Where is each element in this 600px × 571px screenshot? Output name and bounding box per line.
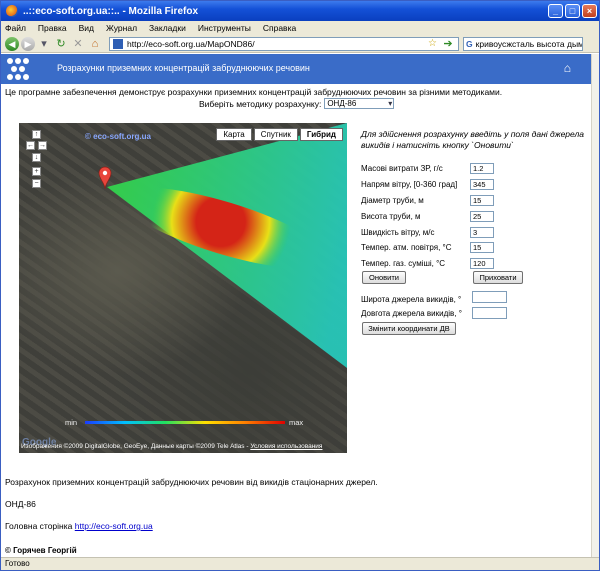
- stop-icon[interactable]: ✕: [71, 37, 85, 51]
- pan-right-icon[interactable]: →: [38, 141, 47, 150]
- wind-direction-input[interactable]: 345: [470, 179, 494, 190]
- zoom-in-icon[interactable]: +: [32, 167, 41, 176]
- url-text: http://eco-soft.org.ua/MapOND86/: [127, 38, 255, 49]
- forward-icon[interactable]: ▶: [21, 36, 35, 51]
- search-input[interactable]: G кривоусжсталь высота дым: [463, 36, 583, 51]
- close-button[interactable]: ×: [582, 4, 597, 18]
- map-type-satellite[interactable]: Спутник: [253, 128, 298, 141]
- title-bar: ..::eco-soft.org.ua::.. - Mozilla Firefo…: [1, 1, 599, 21]
- dropdown-icon[interactable]: ▾: [37, 37, 51, 51]
- map-view[interactable]: © eco-soft.org.ua ↑ ← → ↓ + − Карта Спут…: [19, 123, 347, 453]
- banner-title: Розрахунки приземних концентрацій забруд…: [57, 63, 310, 73]
- field-label-gas-temp: Темпер. газ. суміші, °С: [361, 259, 446, 268]
- menu-bookmarks[interactable]: Закладки: [149, 23, 186, 33]
- method-select[interactable]: ОНД-86: [324, 98, 395, 109]
- field-label-pipe-diameter: Діаметр труби, м: [361, 196, 424, 205]
- footer-description: Розрахунок приземних концентрацій забруд…: [5, 477, 378, 487]
- go-arrow-icon[interactable]: ➔: [441, 37, 455, 51]
- change-coords-button[interactable]: Змінити координати ДВ: [362, 322, 456, 335]
- menu-tools[interactable]: Инструменты: [198, 23, 251, 33]
- menu-edit[interactable]: Правка: [38, 23, 67, 33]
- firefox-logo-icon: [6, 5, 18, 17]
- longitude-input[interactable]: [472, 307, 507, 319]
- form-instructions: Для здійснення розрахунку введіть у поля…: [361, 129, 584, 150]
- footer-home: Головна сторінка http://eco-soft.org.ua: [5, 521, 153, 531]
- gas-temp-input[interactable]: 120: [470, 258, 494, 269]
- legend-min-label: min: [65, 418, 78, 427]
- menu-history[interactable]: Журнал: [106, 23, 137, 33]
- search-engine-icon[interactable]: G: [466, 39, 473, 49]
- footer-method: ОНД-86: [5, 499, 36, 509]
- page-scrollbar[interactable]: [591, 54, 599, 557]
- menu-help[interactable]: Справка: [263, 23, 296, 33]
- menu-file[interactable]: Файл: [5, 23, 26, 33]
- map-watermark: © eco-soft.org.ua: [85, 132, 151, 141]
- bookmark-star-icon[interactable]: ☆: [428, 38, 437, 49]
- longitude-label: Довгота джерела викидів, °: [361, 309, 462, 318]
- air-temp-input[interactable]: 15: [470, 242, 494, 253]
- home-icon[interactable]: ⌂: [88, 37, 102, 51]
- emission-input[interactable]: 1.2: [470, 163, 494, 174]
- map-type-hybrid[interactable]: Гибрид: [299, 128, 343, 141]
- home-page-link[interactable]: http://eco-soft.org.ua: [75, 521, 153, 531]
- intro-text: Це програмне забезпечення демонструє роз…: [5, 87, 503, 97]
- maximize-button[interactable]: □: [565, 4, 580, 18]
- minimize-button[interactable]: _: [548, 4, 563, 18]
- latitude-label: Широта джерела викидів, °: [361, 295, 462, 304]
- latitude-input[interactable]: [472, 291, 507, 303]
- url-bar[interactable]: http://eco-soft.org.ua/MapOND86/ ☆ ➔: [109, 36, 459, 51]
- field-label-wind-speed: Швидкість вітру, м/с: [361, 228, 435, 237]
- update-button[interactable]: Оновити: [362, 271, 406, 284]
- nav-toolbar: ◀ ▶ ▾ ↻ ✕ ⌂ http://eco-soft.org.ua/MapON…: [1, 35, 599, 53]
- pollution-plume: [98, 123, 347, 368]
- map-type-switcher: Карта Спутник Гибрид: [214, 128, 343, 141]
- site-logo-icon: [7, 58, 29, 80]
- back-icon[interactable]: ◀: [5, 36, 19, 51]
- field-label-emission: Масові витрати ЗР, г/с: [361, 164, 443, 173]
- pipe-height-input[interactable]: 25: [470, 211, 494, 222]
- status-bar: Готово: [1, 557, 599, 570]
- author-credit: © Горячев Георгій: [5, 546, 77, 555]
- map-attribution: Изображения ©2009 DigitalGlobe, GeoEye, …: [21, 443, 322, 450]
- home-icon[interactable]: ⌂: [564, 61, 571, 75]
- menu-view[interactable]: Вид: [79, 23, 94, 33]
- field-label-air-temp: Темпер. атм. повітря, °С: [361, 243, 452, 252]
- favicon-icon: [113, 38, 123, 49]
- method-row: Виберіть методику розрахунку: ОНД-86: [199, 98, 395, 109]
- pan-up-icon[interactable]: ↑: [32, 130, 41, 139]
- method-label: Виберіть методику розрахунку:: [199, 98, 322, 109]
- field-label-pipe-height: Висота труби, м: [361, 212, 421, 221]
- hide-button[interactable]: Приховати: [473, 271, 523, 284]
- pan-left-icon[interactable]: ←: [26, 141, 35, 150]
- pipe-diameter-input[interactable]: 15: [470, 195, 494, 206]
- site-banner: Розрахунки приземних концентрацій забруд…: [1, 54, 591, 84]
- map-marker-icon[interactable]: [98, 166, 112, 190]
- page-content: Розрахунки приземних концентрацій забруд…: [1, 54, 591, 557]
- reload-icon[interactable]: ↻: [54, 37, 68, 51]
- home-page-label: Головна сторінка: [5, 521, 75, 531]
- terms-link[interactable]: Условия использования: [250, 443, 322, 450]
- search-text: кривоусжсталь высота дым: [475, 38, 583, 49]
- attribution-text: Изображения ©2009 DigitalGlobe, GeoEye, …: [21, 443, 251, 450]
- browser-window: ..::eco-soft.org.ua::.. - Mozilla Firefo…: [0, 0, 600, 571]
- pan-down-icon[interactable]: ↓: [32, 153, 41, 162]
- window-title: ..::eco-soft.org.ua::.. - Mozilla Firefo…: [23, 5, 198, 17]
- legend-max-label: max: [289, 418, 304, 427]
- map-type-map[interactable]: Карта: [216, 128, 252, 141]
- wind-speed-input[interactable]: 3: [470, 227, 494, 238]
- field-label-wind-direction: Напрям вітру, [0-360 град]: [361, 180, 458, 189]
- zoom-out-icon[interactable]: −: [32, 179, 41, 188]
- menu-bar: Файл Правка Вид Журнал Закладки Инструме…: [1, 21, 599, 35]
- concentration-legend-bar: [85, 421, 285, 424]
